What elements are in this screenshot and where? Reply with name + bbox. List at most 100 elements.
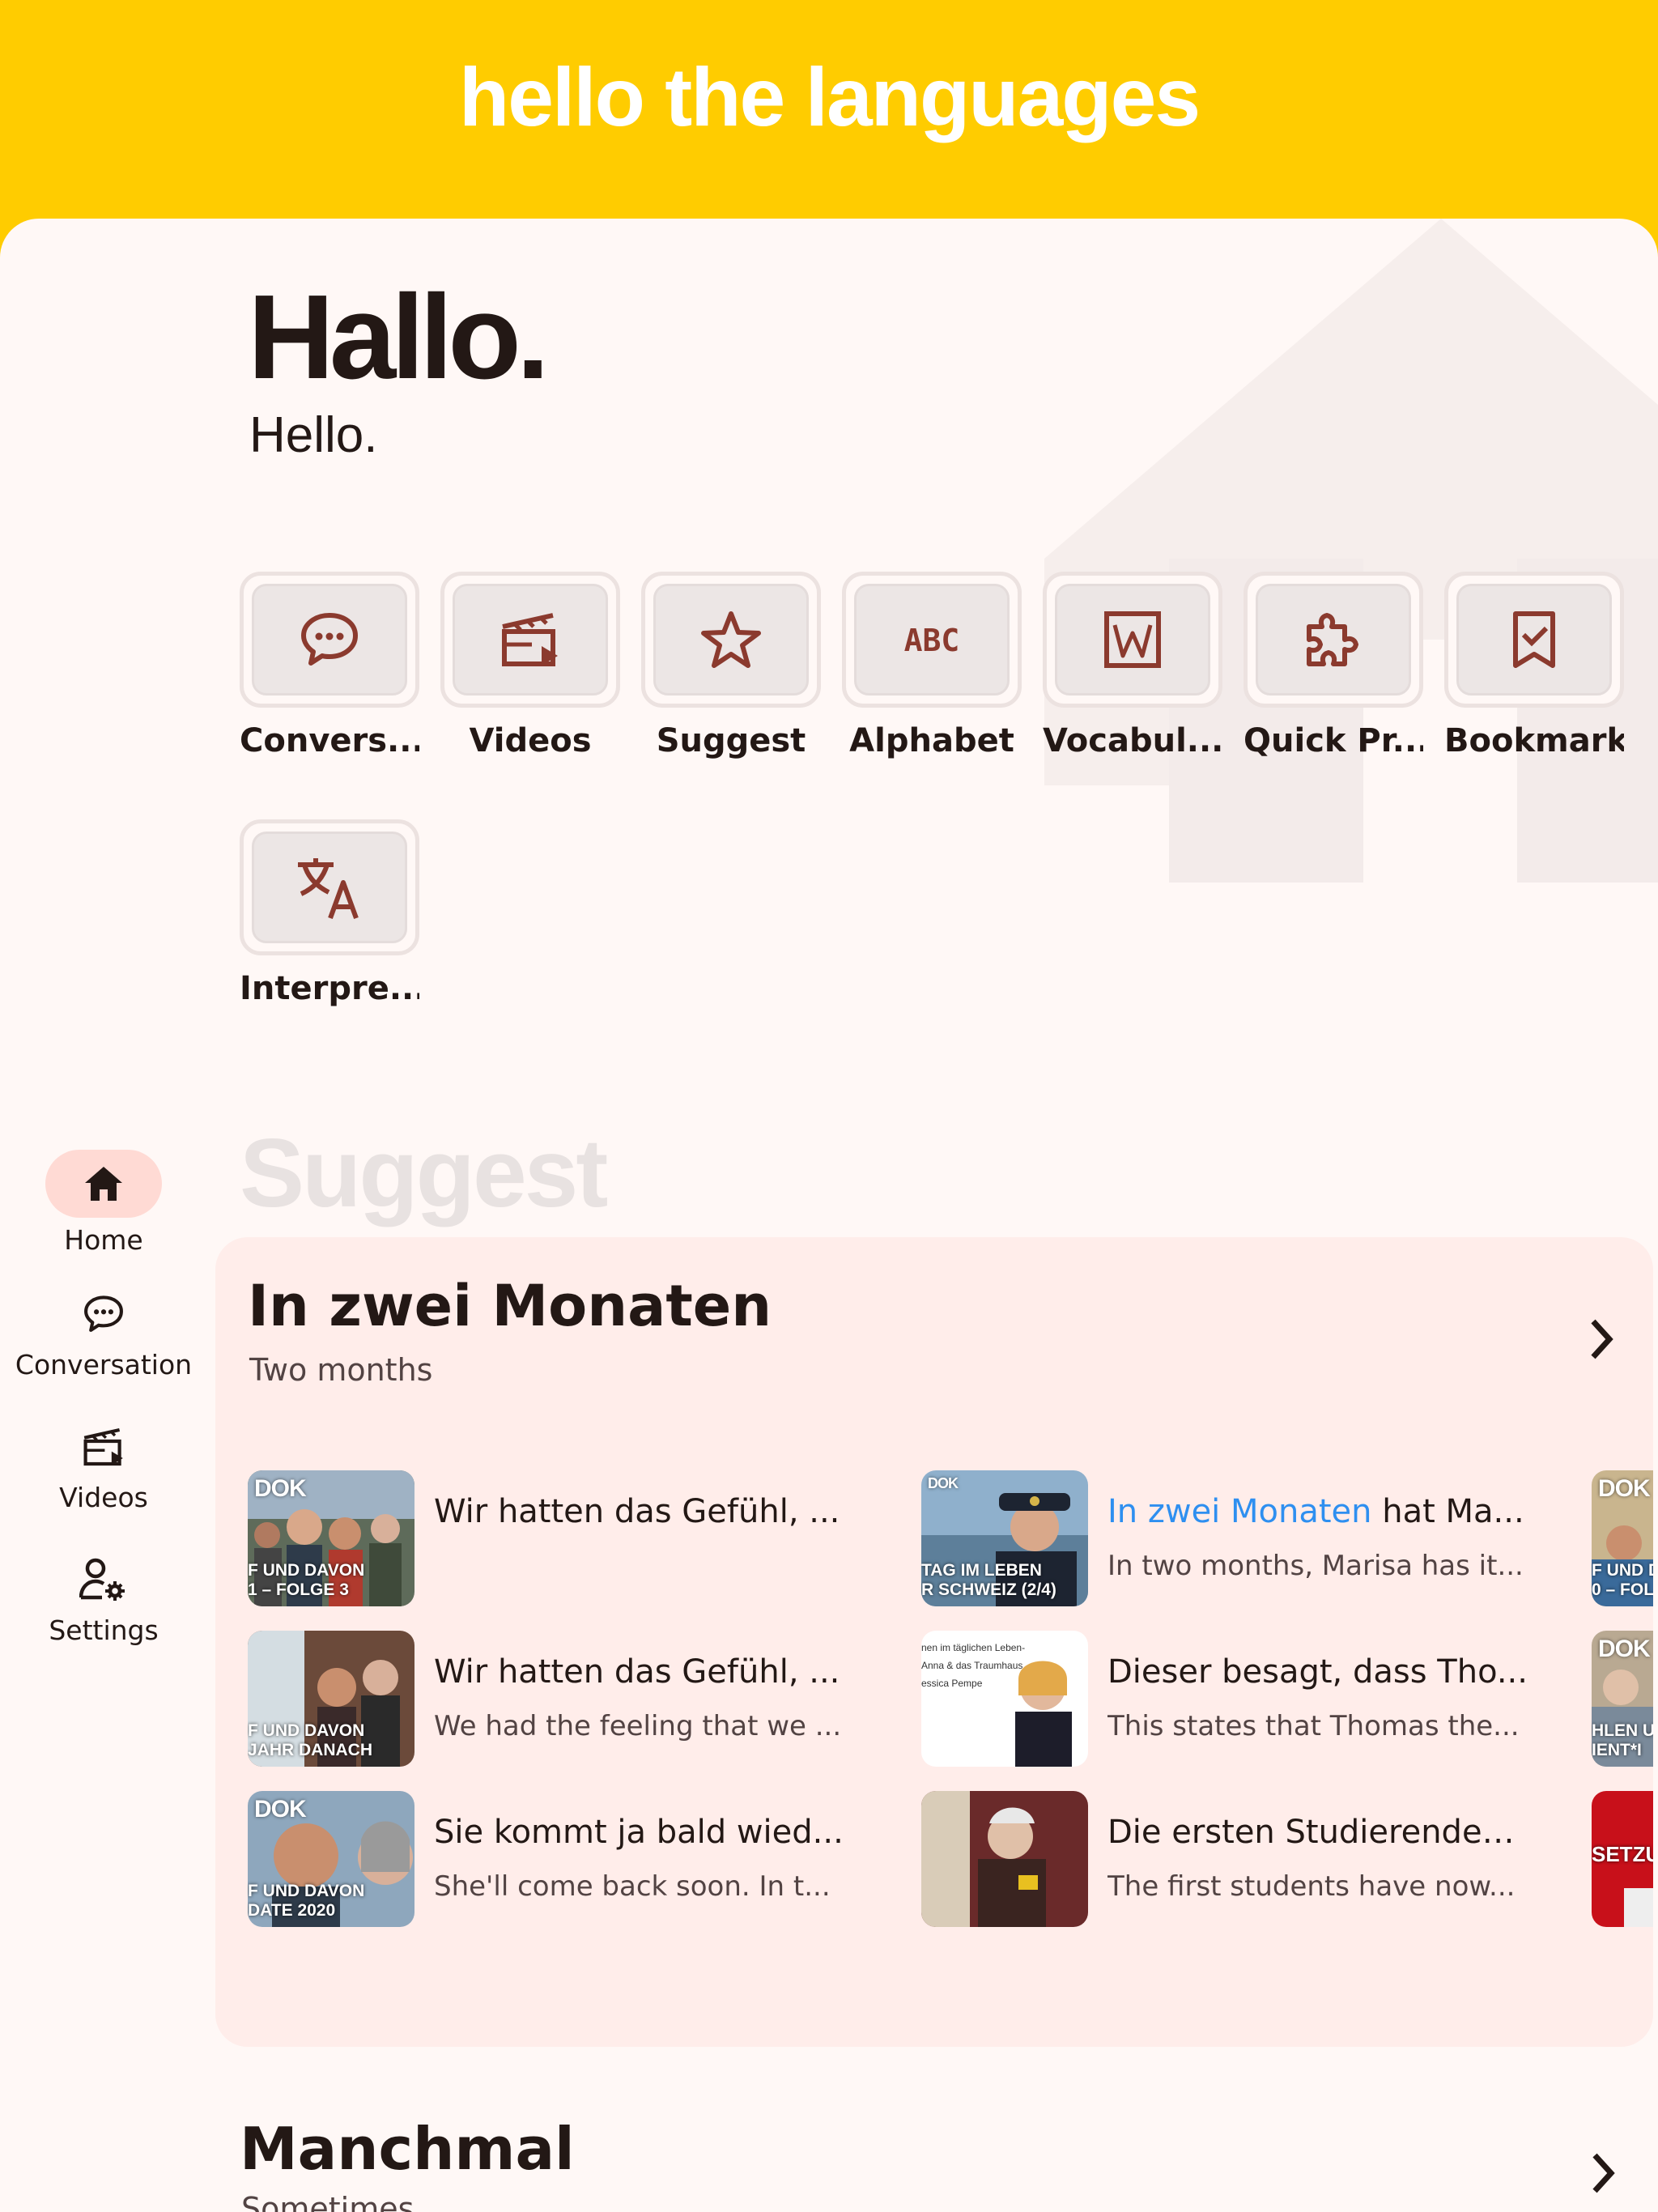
rail-item-conversation[interactable]: Conversation xyxy=(0,1286,207,1380)
abc-icon: ABC xyxy=(904,623,960,658)
list-item[interactable]: F UND DAVON JAHR DANACH Wir hatten das Ge… xyxy=(248,1631,895,1767)
row-subtitle: The first students have now... xyxy=(1107,1870,1516,1903)
rail-item-videos[interactable]: Videos xyxy=(0,1419,207,1513)
tool-videos[interactable]: Videos xyxy=(440,572,620,759)
tool-suggest[interactable]: Suggest xyxy=(641,572,821,759)
thumbnail-caption: SETZU xyxy=(1592,1842,1653,1866)
video-thumbnail: DOK TAG IM LEBEN R SCHWEIZ (2/4) xyxy=(921,1470,1088,1606)
section-subtitle: Sometimes xyxy=(241,2191,414,2212)
list-item[interactable]: Die ersten Studierenden... The first stu… xyxy=(921,1791,1569,1927)
rail-label: Settings xyxy=(49,1614,159,1646)
list-item[interactable]: DOK F UND DAVON 1 – FOLGE 3 Wir hatten da… xyxy=(248,1470,895,1606)
thumbnail-brand: DOK xyxy=(1598,1475,1651,1502)
clapperboard-icon xyxy=(83,1427,123,1466)
highlight-phrase: In zwei Monaten xyxy=(1107,1493,1372,1530)
card-title: In zwei Monaten xyxy=(248,1273,772,1339)
tool-alphabet[interactable]: ABC Alphabet xyxy=(842,572,1022,759)
video-thumbnail: DOK F UND DAVON 1 – FOLGE 3 xyxy=(248,1470,414,1606)
tool-label: Convers... xyxy=(240,722,419,759)
row-subtitle: We had the feeling that we ... xyxy=(434,1710,842,1742)
tool-alphabet-button[interactable]: ABC xyxy=(842,572,1022,708)
tool-suggest-button[interactable] xyxy=(641,572,821,708)
puzzle-icon xyxy=(1307,613,1358,666)
star-icon xyxy=(701,611,761,668)
row-title: Sie kommt ja bald wied... xyxy=(434,1814,844,1851)
thumbnail-brand: DOK xyxy=(928,1475,959,1491)
video-thumbnail: nen im täglichen Leben- Anna & das Traumh… xyxy=(921,1631,1088,1767)
tool-label: Suggest xyxy=(656,722,806,759)
rail-item-home[interactable]: Home xyxy=(0,1150,207,1256)
thumbnail-caption: F UND DAVON JAHR DANACH xyxy=(248,1721,373,1759)
chat-icon xyxy=(301,613,358,666)
tool-vocabulary-button[interactable] xyxy=(1043,572,1222,708)
tool-quick-practice-button[interactable] xyxy=(1244,572,1423,708)
section-title-manchmal: Manchmal xyxy=(240,2115,575,2183)
section-heading-suggest: Suggest xyxy=(240,1119,608,1227)
app-banner: hello the languages xyxy=(0,0,1658,243)
video-thumbnail: DOK F UND DAVON DATE 2020 xyxy=(248,1791,414,1927)
tool-vocabulary[interactable]: Vocabul... xyxy=(1043,572,1222,759)
tool-label: Quick Pr... xyxy=(1244,722,1423,759)
tool-bookmark-button[interactable] xyxy=(1444,572,1624,708)
thumbnail-caption: TAG IM LEBEN R SCHWEIZ (2/4) xyxy=(921,1561,1056,1599)
thumbnail-brand: DOK xyxy=(254,1796,307,1823)
rail-label: Conversation xyxy=(15,1349,193,1380)
video-thumbnail: F UND DAVON JAHR DANACH xyxy=(248,1631,414,1767)
svg-text:ABC: ABC xyxy=(904,623,960,658)
tool-interpreter[interactable]: Interpre... xyxy=(240,819,419,1007)
tool-bookmark[interactable]: Bookmark xyxy=(1444,572,1624,759)
clapperboard-icon xyxy=(502,613,558,666)
tool-label: Interpre... xyxy=(240,970,419,1007)
row-title: Wir hatten das Gefühl, ... xyxy=(434,1653,840,1691)
tool-videos-button[interactable] xyxy=(440,572,620,708)
thumbnail-brand: DOK xyxy=(1598,1636,1651,1662)
tool-quick-practice[interactable]: Quick Pr... xyxy=(1244,572,1423,759)
row-title: Die ersten Studierenden... xyxy=(1107,1814,1528,1851)
tool-label: Vocabul... xyxy=(1043,722,1222,759)
card-subtitle: Two months xyxy=(249,1352,433,1388)
rail-item-settings[interactable]: Settings xyxy=(0,1551,207,1646)
tool-label: Alphabet xyxy=(849,722,1014,759)
tool-conversation-button[interactable] xyxy=(240,572,419,708)
list-item[interactable]: DOK F UND DAVON DATE 2020 Sie kommt ja ba… xyxy=(248,1791,895,1927)
row-title: In zwei Monaten hat Ma... xyxy=(1107,1493,1524,1530)
chevron-right-icon[interactable] xyxy=(1585,1315,1618,1363)
app-title: hello the languages xyxy=(458,51,1201,143)
video-thumbnail-peek[interactable]: SETZU xyxy=(1592,1791,1653,1927)
row-title: Wir hatten das Gefühl, ... xyxy=(434,1493,840,1530)
background-house-icon xyxy=(1044,219,1658,883)
word-icon xyxy=(1104,611,1161,668)
list-item[interactable]: nen im täglichen Leben- Anna & das Traumh… xyxy=(921,1631,1569,1767)
row-title: Dieser besagt, dass Tho... xyxy=(1107,1653,1528,1691)
rail-label: Videos xyxy=(59,1482,148,1513)
main-sheet: Hallo. Hello. Convers... Videos Suggest … xyxy=(0,219,1658,2212)
rail-active-indicator xyxy=(45,1150,162,1218)
chevron-right-icon[interactable] xyxy=(1587,2149,1619,2197)
thumbnail-caption: nen im täglichen Leben- Anna & das Traumh… xyxy=(921,1642,1026,1689)
row-subtitle: This states that Thomas the... xyxy=(1107,1710,1520,1742)
tool-interpreter-button[interactable] xyxy=(240,819,419,955)
thumbnail-caption: HLEN U IENT*I xyxy=(1592,1721,1653,1759)
bookmark-check-icon xyxy=(1513,611,1555,668)
thumbnail-caption: F UND D0 – FOL xyxy=(1592,1561,1653,1599)
tool-label: Videos xyxy=(469,722,592,759)
row-subtitle: In two months, Marisa has it... xyxy=(1107,1550,1524,1582)
home-icon xyxy=(85,1167,122,1201)
video-thumbnail-peek[interactable]: DOK F UND D0 – FOL xyxy=(1592,1470,1653,1606)
thumbnail-caption: F UND DAVON 1 – FOLGE 3 xyxy=(248,1561,365,1599)
chat-icon xyxy=(84,1295,123,1332)
thumbnail-brand: DOK xyxy=(254,1475,307,1502)
rail-label: Home xyxy=(64,1224,143,1256)
tool-label: Bookmark xyxy=(1444,722,1624,759)
greeting-title: Hallo. xyxy=(248,270,550,404)
video-thumbnail xyxy=(921,1791,1088,1927)
video-thumbnail-peek[interactable]: DOK HLEN U IENT*I xyxy=(1592,1631,1653,1767)
thumbnail-caption: F UND DAVON DATE 2020 xyxy=(248,1882,365,1920)
row-subtitle: She'll come back soon. In t... xyxy=(434,1870,831,1903)
translate-icon xyxy=(298,858,359,920)
list-item[interactable]: DOK TAG IM LEBEN R SCHWEIZ (2/4) In zwei … xyxy=(921,1470,1569,1606)
greeting-translation: Hello. xyxy=(249,407,378,463)
suggest-card[interactable]: In zwei Monaten Two months DOK F UND DAV… xyxy=(215,1237,1653,2047)
tool-conversation[interactable]: Convers... xyxy=(240,572,419,759)
user-settings-icon xyxy=(79,1558,125,1601)
